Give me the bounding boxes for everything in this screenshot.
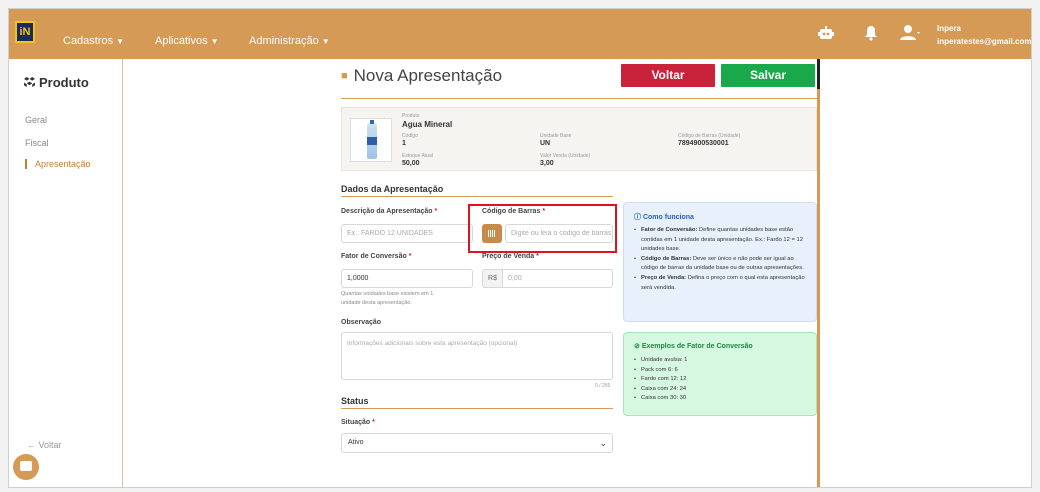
list-item: Código de Barras: Deve ser único e não p… xyxy=(634,255,812,274)
chevron-down-icon: ▼ xyxy=(321,37,330,46)
list-item: Fator de Conversão: Define quantas unida… xyxy=(634,226,812,255)
list-item: Unidade avulsa: 1 xyxy=(634,356,687,366)
sidebar-item-geral[interactable]: Geral xyxy=(25,115,47,125)
sidebar-back-link[interactable]: ← Voltar xyxy=(27,440,62,450)
section-divider xyxy=(341,196,613,197)
barcode-field-highlight xyxy=(468,204,617,253)
product-price: 3,00 xyxy=(540,160,554,167)
voltar-button[interactable]: Voltar xyxy=(621,64,715,87)
descricao-input[interactable] xyxy=(341,224,473,243)
chevron-down-icon: ▼ xyxy=(116,37,125,46)
bell-icon[interactable] xyxy=(862,24,880,42)
descricao-label: Descrição da Apresentação * xyxy=(341,208,438,215)
nav-cadastros[interactable]: Cadastros ▼ xyxy=(63,35,124,47)
list-item: Preço de Venda: Defina o preço com o qua… xyxy=(634,274,812,293)
preco-input[interactable] xyxy=(502,269,613,288)
list-item: Fardo com 12: 12 xyxy=(634,375,687,385)
sidebar-item-apresentacao[interactable]: Apresentação xyxy=(25,159,91,169)
section-divider xyxy=(341,408,613,409)
sidebar: Produto Geral Fiscal Apresentação ← Volt… xyxy=(9,59,123,487)
product-summary-card: Produto Agua Mineral Código 1 Unidade Ba… xyxy=(341,107,817,171)
user-avatar-icon[interactable] xyxy=(899,24,921,42)
info-title: ⓘ Como funciona xyxy=(634,214,694,221)
situacao-select[interactable]: Ativo ⌄ xyxy=(341,433,613,453)
examples-box: ⊘ Exemplos de Fator de Conversão Unidade… xyxy=(623,332,817,416)
info-list: Fator de Conversão: Define quantas unida… xyxy=(634,226,812,293)
salvar-button[interactable]: Salvar xyxy=(721,64,815,87)
chevron-down-icon: ▼ xyxy=(210,37,219,46)
robot-icon[interactable] xyxy=(817,24,835,42)
page-title: ■ Nova Apresentação xyxy=(341,66,503,85)
product-stock: 50,00 xyxy=(402,160,420,167)
list-item: Caixa com 24: 24 xyxy=(634,385,687,395)
app-window: iN Cadastros ▼ Aplicativos ▼ Administração… xyxy=(8,8,1032,488)
user-name[interactable]: Inpera xyxy=(937,24,961,33)
nav-aplicativos[interactable]: Aplicativos ▼ xyxy=(155,35,219,47)
fator-input[interactable]: 1,0000 xyxy=(341,269,473,288)
examples-title: ⊘ Exemplos de Fator de Conversão xyxy=(634,343,753,350)
obs-textarea[interactable]: Informações adicionais sobre esta aprese… xyxy=(341,332,613,380)
fator-hint: Quantas unidades base existem em 1 unida… xyxy=(341,291,434,306)
info-box-como-funciona: ⓘ Como funciona Fator de Conversão: Defi… xyxy=(623,202,817,322)
product-name: Agua Mineral xyxy=(402,120,453,129)
chevron-down-icon: ⌄ xyxy=(599,438,607,448)
product-unit: UN xyxy=(540,140,551,147)
section-dados-title: Dados da Apresentação xyxy=(341,184,444,194)
obs-char-counter: 0 / 255 xyxy=(595,383,611,389)
fator-label: Fator de Conversão * xyxy=(341,253,412,260)
nav-administracao[interactable]: Administração ▼ xyxy=(249,35,330,47)
product-barcode: 7894900530001 xyxy=(678,140,729,147)
situacao-label: Situação * xyxy=(341,419,375,426)
sidebar-item-fiscal[interactable]: Fiscal xyxy=(25,138,49,148)
box-icon: ■ xyxy=(341,70,348,82)
user-email[interactable]: inperatestes@gmail.com xyxy=(937,37,1031,46)
currency-prefix: R$ xyxy=(482,269,502,288)
obs-label: Observação xyxy=(341,319,382,326)
sidebar-title: Produto xyxy=(24,75,89,90)
section-status-title: Status xyxy=(341,396,369,406)
top-navbar: iN Cadastros ▼ Aplicativos ▼ Administração… xyxy=(9,9,1031,59)
boxes-icon xyxy=(24,77,35,88)
preco-label: Preço de Venda * xyxy=(482,253,539,260)
chat-icon xyxy=(20,461,32,471)
list-item: Caixa com 30: 30 xyxy=(634,394,687,404)
list-item: Pack com 6: 6 xyxy=(634,366,687,376)
scrollbar-thumb[interactable] xyxy=(817,59,820,89)
product-image xyxy=(350,118,392,162)
water-bottle-icon xyxy=(367,120,377,159)
title-divider xyxy=(341,98,817,99)
chat-button[interactable] xyxy=(13,454,39,480)
examples-list: Unidade avulsa: 1 Pack com 6: 6 Fardo co… xyxy=(634,356,687,404)
product-code: 1 xyxy=(402,140,406,147)
app-logo[interactable]: iN xyxy=(15,21,35,43)
scrollbar-track[interactable] xyxy=(817,59,820,487)
